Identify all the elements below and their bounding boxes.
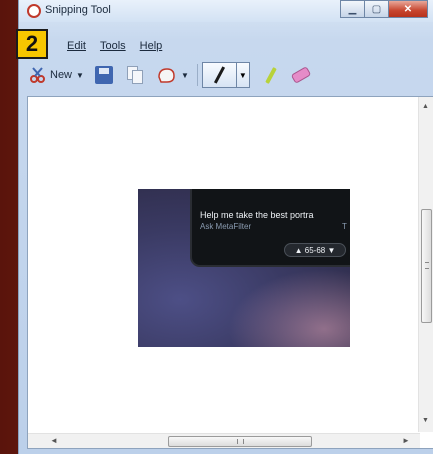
scroll-down-arrow-icon[interactable]: ▼ [422, 417, 429, 424]
close-icon: ✕ [403, 3, 413, 15]
title-bar[interactable]: Snipping Tool ▁ ▢ ✕ [19, 0, 433, 22]
menu-tools[interactable]: Tools [100, 40, 126, 52]
send-snip-icon [158, 68, 175, 83]
menu-bar: Edit Tools Help [19, 36, 433, 56]
new-snip-button[interactable]: New [29, 66, 72, 84]
save-button[interactable] [93, 64, 115, 86]
vertical-scroll-thumb[interactable] [421, 209, 432, 323]
toolbar: New ▼ ▼ ▼ [19, 58, 433, 92]
snip-source-suffix: T [342, 222, 347, 231]
copy-button[interactable] [124, 64, 146, 86]
highlighter-button[interactable] [259, 64, 281, 86]
maximize-icon: ▢ [371, 3, 382, 15]
eraser-icon [290, 66, 312, 84]
snip-canvas[interactable]: Help me take the best portra Ask MetaFil… [27, 96, 433, 449]
send-snip-button[interactable] [155, 64, 177, 86]
minimize-button[interactable]: ▁ [340, 0, 365, 18]
scroll-up-arrow-icon[interactable]: ▲ [422, 103, 429, 110]
pen-tool-group: ▼ [201, 62, 250, 88]
window-title: Snipping Tool [45, 4, 111, 16]
eraser-button[interactable] [290, 64, 312, 86]
snip-phone-screen: Help me take the best portra Ask MetaFil… [190, 189, 350, 267]
snip-headline-text: Help me take the best portra [200, 210, 314, 220]
horizontal-scroll-thumb[interactable] [168, 436, 312, 447]
snip-source-text: Ask MetaFilter [200, 222, 252, 231]
close-button[interactable]: ✕ [388, 0, 428, 18]
maximize-button[interactable]: ▢ [364, 0, 389, 18]
scroll-right-arrow-icon[interactable]: ► [402, 436, 410, 445]
scroll-grip-icon [237, 439, 244, 444]
highlighter-icon [265, 67, 277, 84]
toolbar-separator [196, 64, 198, 86]
snipping-tool-app-icon [27, 4, 41, 18]
vertical-scrollbar[interactable]: ▲ ▼ [418, 97, 433, 432]
snipping-tool-window: Snipping Tool ▁ ▢ ✕ Edit Tools Help New … [18, 0, 433, 454]
new-snip-label: New [50, 69, 73, 81]
save-icon [94, 66, 113, 84]
captured-snip-image: Help me take the best portra Ask MetaFil… [138, 189, 350, 347]
minimize-icon: ▁ [348, 3, 357, 15]
pen-button[interactable] [203, 63, 237, 87]
new-snip-icon [29, 66, 47, 84]
pen-dropdown-arrow[interactable]: ▼ [237, 63, 249, 87]
send-snip-dropdown-arrow[interactable]: ▼ [181, 71, 189, 80]
menu-edit[interactable]: Edit [67, 40, 86, 52]
step-number-badge: 2 [16, 29, 48, 59]
caption-buttons: ▁ ▢ ✕ [340, 0, 428, 18]
scroll-left-arrow-icon[interactable]: ◄ [50, 436, 58, 445]
pen-icon [213, 66, 225, 84]
menu-help[interactable]: Help [140, 40, 163, 52]
snip-background-glow [228, 269, 350, 347]
new-snip-dropdown-arrow[interactable]: ▼ [76, 71, 84, 80]
horizontal-scrollbar[interactable]: ◄ ► [28, 433, 420, 448]
scroll-grip-icon [425, 262, 429, 269]
snip-page-pill: ▲ 65-68 ▼ [284, 243, 346, 257]
